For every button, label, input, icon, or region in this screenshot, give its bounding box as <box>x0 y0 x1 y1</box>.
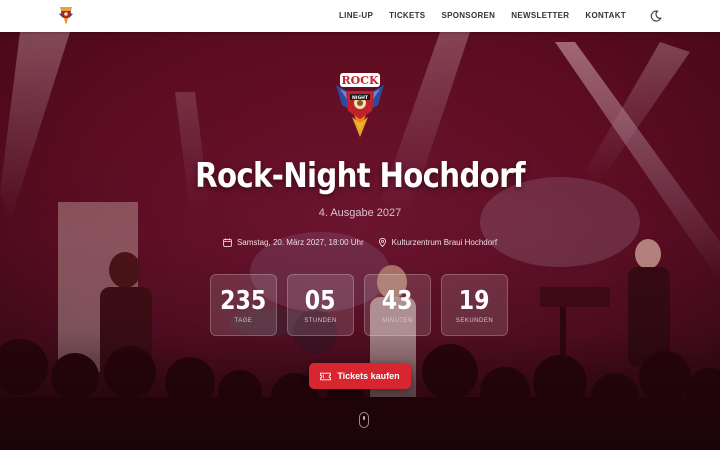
countdown-hours-label: STUNDEN <box>304 317 337 324</box>
mouse-scroll-icon[interactable] <box>359 412 369 428</box>
rock-night-logo: ROCK NIGHT <box>336 73 384 137</box>
logo-text-night: NIGHT <box>352 95 369 101</box>
event-title: Rock-Night Hochdorf <box>195 156 525 196</box>
countdown-days: 235 TAGE <box>210 274 277 336</box>
countdown-seconds-value: 19 <box>459 285 490 316</box>
countdown-minutes-label: MINUTEN <box>382 317 413 324</box>
nav-item-kontakt[interactable]: KONTAKT <box>577 0 634 32</box>
event-location: Kulturzentrum Braui Hochdorf <box>378 238 497 247</box>
main-nav: LINE-UP TICKETS SPONSOREN NEWSLETTER KON… <box>331 0 634 32</box>
countdown-hours-value: 05 <box>305 285 336 316</box>
countdown-minutes: 43 MINUTEN <box>364 274 431 336</box>
nav-item-tickets[interactable]: TICKETS <box>381 0 433 32</box>
moon-icon[interactable] <box>650 10 662 22</box>
countdown: 235 TAGE 05 STUNDEN 43 MINUTEN 19 SEKUND… <box>210 274 510 336</box>
event-date: Samstag, 20. März 2027, 18:00 Uhr <box>223 238 364 247</box>
nav-item-line-up[interactable]: LINE-UP <box>331 0 381 32</box>
calendar-icon <box>223 238 232 247</box>
event-meta: Samstag, 20. März 2027, 18:00 Uhr Kultur… <box>0 238 720 247</box>
event-date-text: Samstag, 20. März 2027, 18:00 Uhr <box>236 238 364 247</box>
rock-night-logo-small[interactable] <box>58 5 74 26</box>
buy-tickets-label: Tickets kaufen <box>337 371 400 381</box>
nav-item-sponsoren[interactable]: SPONSOREN <box>433 0 503 32</box>
ticket-icon <box>320 372 332 380</box>
countdown-days-value: 235 <box>220 285 267 316</box>
countdown-hours: 05 STUNDEN <box>287 274 354 336</box>
countdown-seconds-label: SEKUNDEN <box>455 317 494 324</box>
nav-item-newsletter[interactable]: NEWSLETTER <box>503 0 577 32</box>
hero-section: ROCK NIGHT Rock-Night Hochdorf 4. Ausgab… <box>0 32 720 450</box>
countdown-minutes-value: 43 <box>382 285 413 316</box>
site-header: LINE-UP TICKETS SPONSOREN NEWSLETTER KON… <box>0 0 720 32</box>
buy-tickets-button[interactable]: Tickets kaufen <box>309 363 411 389</box>
countdown-days-label: TAGE <box>234 317 253 324</box>
logo-text-rock: ROCK <box>341 74 378 87</box>
map-pin-icon <box>378 238 386 247</box>
event-edition: 4. Ausgabe 2027 <box>318 207 402 219</box>
event-location-text: Kulturzentrum Braui Hochdorf <box>391 238 498 247</box>
countdown-seconds: 19 SEKUNDEN <box>441 274 508 336</box>
